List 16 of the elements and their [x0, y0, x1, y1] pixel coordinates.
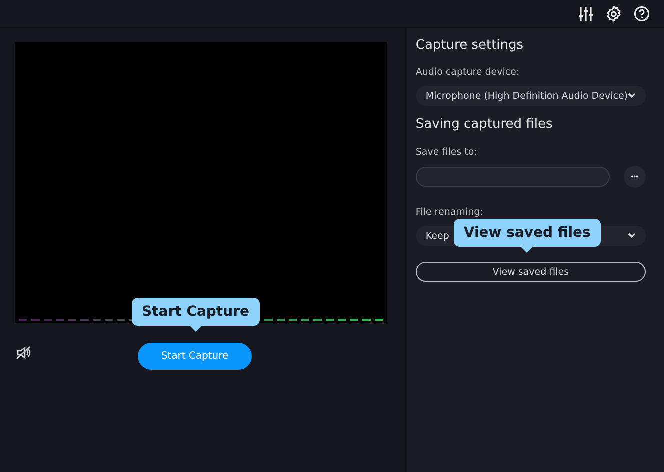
mixer-icon[interactable]: [578, 6, 594, 22]
field-label: Audio capture device:: [416, 67, 521, 78]
help-icon[interactable]: [634, 6, 650, 22]
settings-icon[interactable]: [606, 6, 622, 22]
audio-device-dropdown[interactable]: Microphone (High Definition Audio Device): [416, 86, 646, 106]
chevron-down-icon: [628, 93, 636, 99]
field-label: Save files to:: [416, 147, 478, 158]
view-saved-files-button[interactable]: View saved files: [416, 262, 646, 282]
save-path-field[interactable]: [416, 167, 610, 187]
section-title: Capture settings: [416, 38, 525, 53]
chevron-down-icon: [628, 233, 636, 239]
tooltip-pointer: [521, 247, 534, 253]
muted-speaker-icon[interactable]: [16, 346, 32, 360]
field-label: File renaming:: [416, 207, 484, 218]
tooltip-pointer: [190, 326, 202, 332]
section-title: Saving captured files: [416, 117, 554, 132]
